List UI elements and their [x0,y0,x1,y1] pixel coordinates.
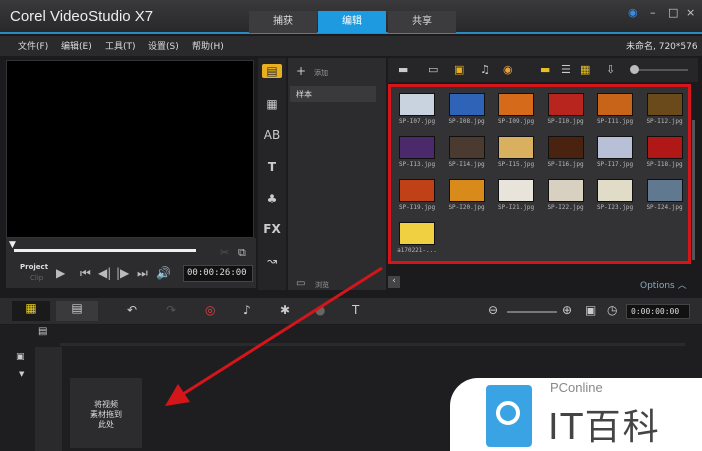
watermark-logo: PConline IT百科 [450,378,702,451]
watermark-brand: PConline [550,380,603,395]
magnifier-icon [486,385,532,447]
watermark-name: IT百科 [548,407,661,448]
